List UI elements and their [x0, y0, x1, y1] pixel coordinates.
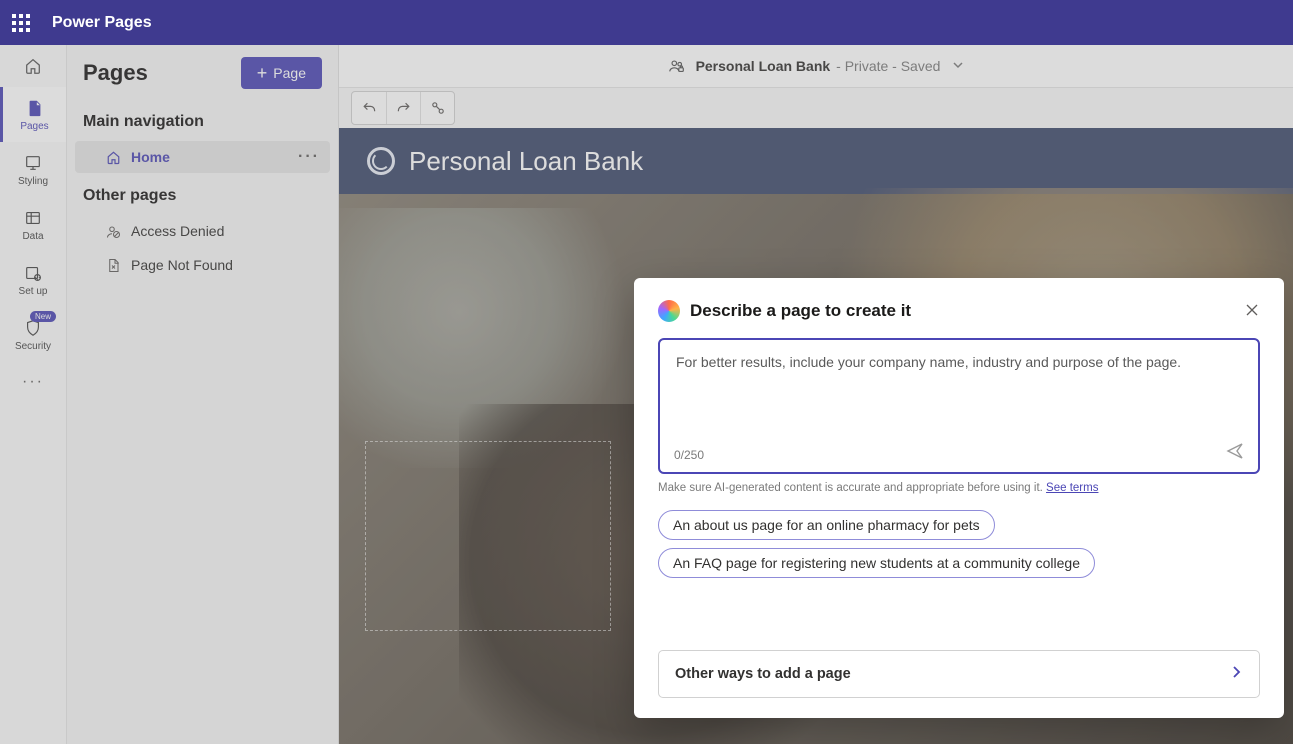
other-ways-label: Other ways to add a page [675, 666, 851, 682]
section-main-nav: Main navigation [67, 101, 338, 139]
site-status: - Private - Saved [836, 58, 940, 74]
other-ways-button[interactable]: Other ways to add a page [658, 650, 1260, 698]
close-button[interactable] [1238, 296, 1266, 324]
left-panel: Pages + Page Main navigation Home ··· Ot… [67, 45, 339, 744]
rail-label: Set up [19, 286, 48, 297]
new-page-label: Page [273, 65, 306, 81]
send-button[interactable] [1224, 440, 1246, 462]
new-badge: New [30, 311, 56, 322]
tree-label: Page Not Found [131, 257, 233, 273]
tree-label: Access Denied [131, 223, 224, 239]
page-error-icon [105, 257, 121, 273]
data-icon [23, 208, 43, 228]
tree-item-page-not-found[interactable]: Page Not Found [75, 249, 330, 281]
person-denied-icon [105, 223, 121, 239]
plus-icon: + [257, 64, 268, 82]
site-header-bar[interactable]: Personal Loan Bank - Private - Saved [339, 45, 1293, 88]
rail-item-pages[interactable]: Pages [0, 87, 66, 142]
rail-item-more[interactable]: ··· [0, 362, 66, 402]
tree-item-access-denied[interactable]: Access Denied [75, 215, 330, 247]
site-name: Personal Loan Bank [696, 58, 831, 74]
see-terms-link[interactable]: See terms [1046, 482, 1098, 494]
undo-button[interactable] [352, 92, 386, 124]
audience-icon [668, 57, 686, 75]
global-header: Power Pages [0, 0, 1293, 45]
rail-label: Data [22, 231, 43, 242]
char-count: 0/250 [674, 448, 704, 462]
rail-label: Security [15, 341, 51, 352]
home-icon [105, 149, 121, 165]
app-launcher-icon[interactable] [12, 14, 30, 32]
chevron-right-icon [1229, 665, 1243, 683]
setup-icon [23, 263, 43, 283]
redo-button[interactable] [386, 92, 420, 124]
preview-site-title: Personal Loan Bank [409, 146, 643, 177]
rail-item-data[interactable]: Data [0, 197, 66, 252]
home-icon[interactable] [0, 45, 66, 87]
tree-item-home[interactable]: Home ··· [75, 141, 330, 173]
pages-icon [25, 98, 45, 118]
prompt-input[interactable]: For better results, include your company… [658, 338, 1260, 474]
panel-title: Pages [83, 60, 148, 86]
suggestion-pill-1[interactable]: An about us page for an online pharmacy … [658, 510, 995, 540]
section-other-pages: Other pages [67, 175, 338, 213]
copilot-icon [658, 300, 680, 322]
more-icon[interactable]: ··· [298, 148, 320, 166]
layout-placeholder [365, 441, 611, 631]
disclaimer-text: Make sure AI-generated content is accura… [658, 482, 1260, 494]
rail-label: Pages [20, 121, 48, 132]
side-rail: Pages Styling Data Set up New Security [0, 45, 67, 744]
tree-label: Home [131, 149, 170, 165]
rail-item-styling[interactable]: Styling [0, 142, 66, 197]
site-logo-icon [367, 147, 395, 175]
new-page-button[interactable]: + Page [241, 57, 322, 89]
canvas-toolbar [339, 88, 1293, 128]
dialog-title: Describe a page to create it [690, 301, 911, 321]
chevron-down-icon [952, 58, 964, 74]
create-page-dialog: Describe a page to create it For better … [634, 278, 1284, 718]
rail-item-security[interactable]: New Security [0, 307, 66, 362]
more-icon: ··· [23, 372, 43, 392]
rail-label: Styling [18, 176, 48, 187]
link-button[interactable] [420, 92, 454, 124]
prompt-placeholder: For better results, include your company… [676, 354, 1242, 370]
preview-site-header: Personal Loan Bank [339, 128, 1293, 194]
suggestion-pill-2[interactable]: An FAQ page for registering new students… [658, 548, 1095, 578]
rail-item-setup[interactable]: Set up [0, 252, 66, 307]
styling-icon [23, 153, 43, 173]
app-title: Power Pages [52, 14, 152, 32]
